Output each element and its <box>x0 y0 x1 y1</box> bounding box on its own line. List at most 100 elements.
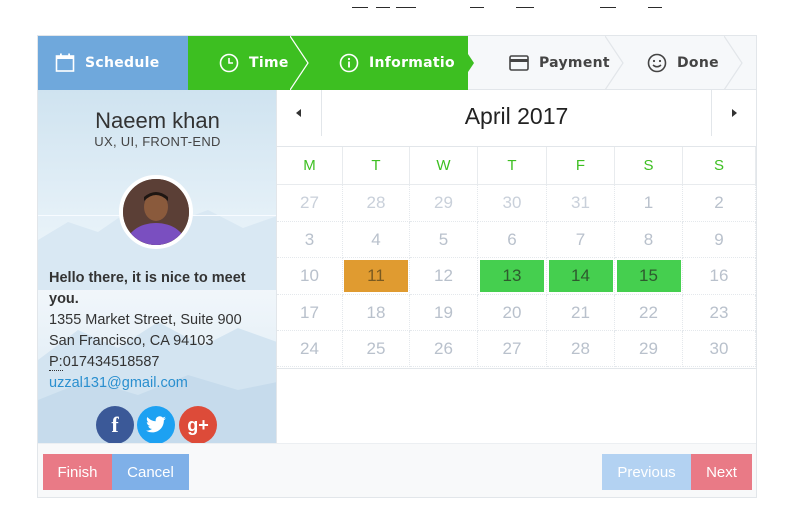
calendar-day[interactable]: 1 <box>615 185 683 222</box>
calendar-day[interactable]: 8 <box>615 222 683 258</box>
calendar-day[interactable]: 29 <box>410 185 478 222</box>
day-number: 30 <box>709 338 729 358</box>
step-time-label: Time <box>249 55 289 71</box>
calendar-day[interactable]: 9 <box>683 222 756 258</box>
email-link[interactable]: uzzal131@gmail.com <box>49 375 188 391</box>
heading-fragment <box>352 7 662 8</box>
month-name: April <box>464 103 511 129</box>
calendar-day[interactable]: 28 <box>547 331 615 367</box>
calendar-day[interactable]: 29 <box>615 331 683 367</box>
calendar-day[interactable]: 28 <box>343 185 410 222</box>
caret-left-icon <box>296 109 301 117</box>
google-plus-icon[interactable]: g+ <box>179 406 217 443</box>
facebook-icon[interactable]: f <box>96 406 134 443</box>
calendar-day[interactable]: 25 <box>343 331 410 367</box>
day-number: 24 <box>300 338 319 358</box>
calendar-day[interactable]: 12 <box>410 258 478 295</box>
step-arrow-information <box>456 36 474 90</box>
smiley-icon <box>646 52 668 74</box>
calendar-day[interactable]: 2 <box>683 185 756 222</box>
calendar-day[interactable]: 27 <box>277 185 343 222</box>
profile-role: UX, UI, FRONT-END <box>94 134 221 149</box>
previous-button[interactable]: Previous <box>602 454 691 490</box>
step-separator <box>605 36 624 90</box>
calendar-day[interactable]: 18 <box>343 295 410 331</box>
day-number: 8 <box>643 229 654 249</box>
weekday-header: S <box>615 147 683 185</box>
day-number: 3 <box>304 229 315 249</box>
day-number: 13 <box>480 260 544 292</box>
day-number: 27 <box>300 193 319 212</box>
phone-label: P: <box>49 354 63 371</box>
step-information[interactable]: Information <box>308 36 468 90</box>
step-arrow-time <box>290 36 309 90</box>
calendar-day[interactable]: 24 <box>277 331 343 367</box>
step-information-label: Information <box>369 55 466 71</box>
day-number: 18 <box>366 302 386 322</box>
calendar-day[interactable]: 13 <box>478 258 547 295</box>
day-number: 16 <box>709 266 729 285</box>
step-payment[interactable]: Payment <box>468 36 618 90</box>
calendar-day[interactable]: 31 <box>547 185 615 222</box>
calendar-day[interactable]: 5 <box>410 222 478 258</box>
step-payment-label: Payment <box>539 55 610 71</box>
calendar-header: April 2017 <box>277 90 756 147</box>
calendar-day[interactable]: 26 <box>410 331 478 367</box>
calendar-day[interactable]: 16 <box>683 258 756 295</box>
calendar-day[interactable]: 20 <box>478 295 547 331</box>
day-number: 29 <box>434 193 453 212</box>
calendar-day[interactable]: 21 <box>547 295 615 331</box>
weekday-header: W <box>410 147 478 185</box>
wizard-steps: Done Payment Information Time Schedule <box>38 36 756 90</box>
day-number: 2 <box>714 193 724 212</box>
step-schedule[interactable]: Schedule <box>38 36 188 90</box>
calendar-day[interactable]: 6 <box>478 222 547 258</box>
next-button[interactable]: Next <box>691 454 752 490</box>
day-number: 28 <box>366 193 386 212</box>
day-number: 22 <box>639 302 658 322</box>
month-title: April 2017 <box>322 103 711 130</box>
day-number: 26 <box>434 338 453 358</box>
day-number: 11 <box>344 260 408 292</box>
cancel-button[interactable]: Cancel <box>112 454 189 490</box>
day-number: 7 <box>575 229 586 249</box>
step-schedule-label: Schedule <box>85 55 160 71</box>
page-heading-cropped <box>0 0 810 8</box>
calendar-day[interactable]: 10 <box>277 258 343 295</box>
calendar-day[interactable]: 22 <box>615 295 683 331</box>
twitter-icon[interactable] <box>137 406 175 443</box>
day-number: 23 <box>709 302 729 322</box>
finish-button[interactable]: Finish <box>43 454 112 490</box>
weekday-header: F <box>547 147 615 185</box>
prev-month-button[interactable] <box>277 90 322 136</box>
credit-card-icon <box>508 52 530 74</box>
calendar-day[interactable]: 19 <box>410 295 478 331</box>
calendar-day[interactable]: 3 <box>277 222 343 258</box>
calendar-day[interactable]: 30 <box>478 185 547 222</box>
phone-number: P:017434518587 <box>49 354 159 371</box>
calendar-day[interactable]: 7 <box>547 222 615 258</box>
day-number: 9 <box>714 229 724 249</box>
weekday-header: T <box>478 147 547 185</box>
next-month-button[interactable] <box>711 90 756 136</box>
calendar-day[interactable]: 4 <box>343 222 410 258</box>
calendar-day[interactable]: 27 <box>478 331 547 367</box>
day-number: 5 <box>438 229 449 249</box>
calendar-day[interactable]: 14 <box>547 258 615 295</box>
day-number: 29 <box>639 338 658 358</box>
calendar-day[interactable]: 17 <box>277 295 343 331</box>
profile-greeting: Hello there, it is nice to meet you. <box>49 270 246 307</box>
info-icon <box>338 52 360 74</box>
profile-card: Naeem khan UX, UI, FRONT-END Hello there… <box>38 90 277 443</box>
day-number: 27 <box>502 338 522 358</box>
calendar-day[interactable]: 11 <box>343 258 410 295</box>
day-number: 15 <box>616 260 681 292</box>
step-arrow-schedule <box>170 36 188 90</box>
calendar-day[interactable]: 30 <box>683 331 756 367</box>
calendar-day[interactable]: 15 <box>615 258 683 295</box>
caret-right-icon <box>732 109 737 117</box>
calendar-day[interactable]: 23 <box>683 295 756 331</box>
calendar-icon <box>54 52 76 74</box>
day-number: 14 <box>548 260 613 292</box>
day-number: 17 <box>300 302 319 322</box>
